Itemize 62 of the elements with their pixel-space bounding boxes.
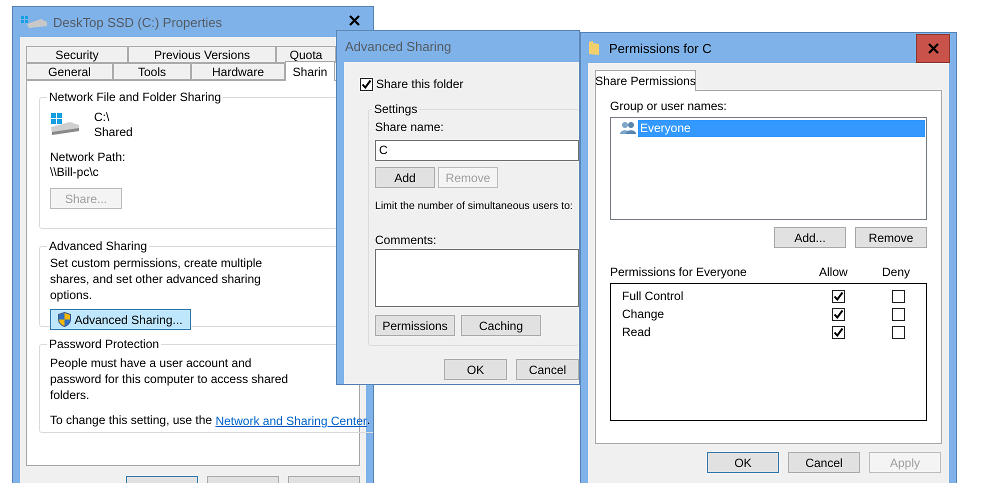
group-title: Advanced Sharing [48,239,148,253]
description-text: Set custom permissions, create multiple shares, and set other advanced sharing options. [50,255,264,303]
checkbox[interactable] [892,308,905,320]
comments-field[interactable] [375,249,579,307]
period-text: . [366,413,370,428]
window-title: Permissions for C [609,40,712,56]
user-button[interactable]: Remove [855,227,927,248]
checkbox-label: Share this folder [376,77,464,92]
dialog-button[interactable]: OK [707,452,779,473]
sharing-center-link[interactable]: Network and Sharing Center [215,414,367,428]
checkbox[interactable] [832,326,845,338]
tab[interactable]: Share Permissions [595,70,696,91]
dialog-button[interactable]: OK [444,359,507,380]
network-path: \\Bill-pc\c [50,165,100,180]
permission-name: Full Control [622,288,684,304]
checkbox[interactable] [892,290,905,302]
group-title: Password Protection [48,337,160,351]
settings-button[interactable]: Permissions [375,315,455,336]
name-button[interactable]: Add [375,167,435,188]
group-label: Group or user names: [610,99,728,114]
user-button[interactable]: Add... [774,227,846,248]
checkbox[interactable] [832,308,845,320]
window-title: Advanced Sharing [345,39,452,54]
limit-label: Limit the number of simultaneous users to: [375,199,574,214]
checkbox[interactable] [360,78,373,91]
close-icon [928,42,938,54]
group-title: Network File and Folder Sharing [48,90,222,104]
checkbox[interactable] [892,326,905,338]
tab[interactable]: Sharin [285,61,335,81]
advanced-sharing-button[interactable]: Advanced Sharing... [50,309,191,330]
tab[interactable]: Hardware [191,63,285,80]
tab[interactable]: General [26,63,113,80]
tab[interactable]: Security [26,46,128,63]
group-title: Settings [373,102,418,116]
window-title: DeskTop SSD (C:) Properties [53,14,222,30]
column-header: Deny [881,264,912,280]
network-path-label: Network Path: [50,150,126,165]
drive-status: Shared [94,125,133,140]
users-icon [620,121,636,135]
permission-name: Read [622,324,652,340]
close-icon [348,14,360,26]
dialog-button[interactable]: Cancel [516,359,579,380]
checkbox[interactable] [832,290,845,302]
tab[interactable]: Tools [113,63,191,80]
drive-icon [50,113,80,137]
drive-name: C:\ [94,110,110,125]
column-header: Allow [818,264,849,280]
share-name-field[interactable]: C [375,140,579,161]
tab[interactable]: Quota [276,46,336,63]
folder-icon [589,41,599,55]
drive-icon [21,15,47,29]
dialog-button[interactable]: Cancel [788,452,860,473]
permissions-label: Permissions for Everyone [610,264,748,280]
permission-name: Change [622,306,666,322]
close-button[interactable] [916,34,950,62]
description-text: People must have a user account and password for this computer to access shared folders. [50,355,290,403]
share-name-label: Share name: [375,120,445,135]
tab[interactable]: Previous Versions [128,46,276,63]
comments-label: Comments: [375,233,438,248]
change-setting-text: To change this setting, use the [50,413,214,428]
shield-icon [58,312,72,327]
settings-button[interactable]: Caching [461,315,541,336]
